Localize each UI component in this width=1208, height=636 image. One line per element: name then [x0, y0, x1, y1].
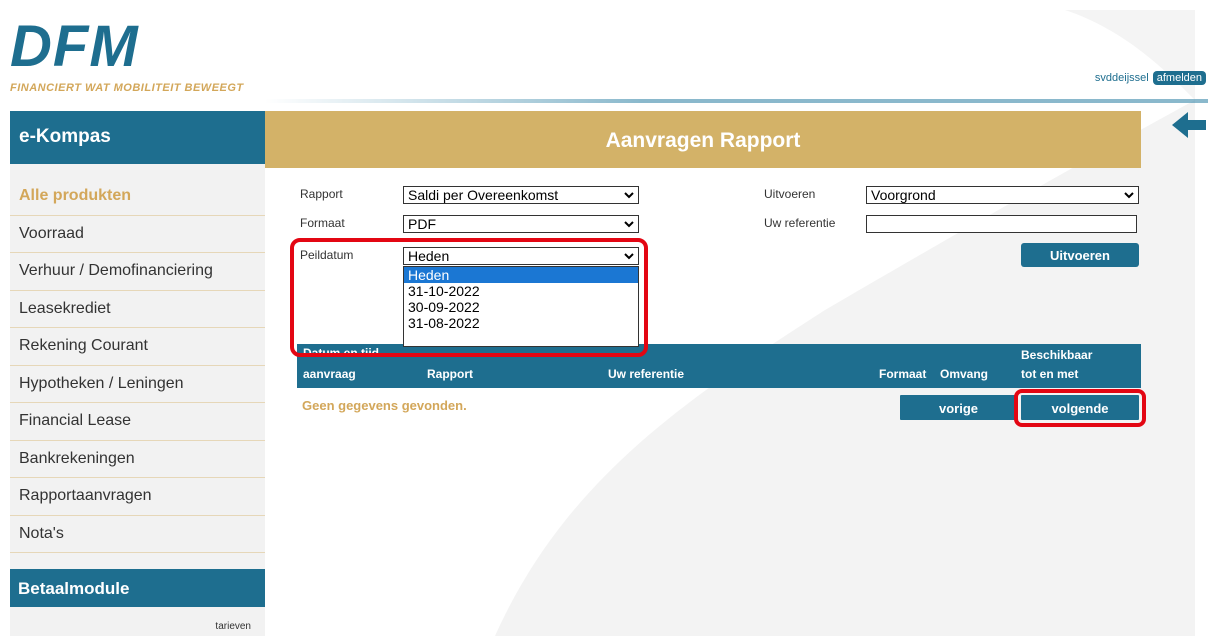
col-beschikbaar-line2: tot en met	[1021, 367, 1079, 381]
col-referentie: Uw referentie	[608, 367, 685, 381]
sidebar-item-notas[interactable]: Nota's	[10, 516, 265, 553]
user-area: svddeijssel afmelden	[1095, 71, 1206, 85]
sidebar-nav: Alle produkten Voorraad Verhuur / Demofi…	[10, 178, 265, 553]
uitvoeren-select[interactable]: Voorgrond	[866, 186, 1139, 204]
sidebar-item-financial-lease[interactable]: Financial Lease	[10, 403, 265, 441]
execute-button[interactable]: Uitvoeren	[1021, 243, 1139, 267]
formaat-label: Formaat	[300, 216, 345, 230]
tarieven-link[interactable]: tarieven	[215, 621, 251, 632]
rapport-select-value: Saldi per Overeenkomst	[408, 187, 559, 203]
highlight-peildatum	[290, 238, 648, 357]
uitvoeren-label: Uitvoeren	[764, 187, 816, 201]
sidebar-item-rapportaanvragen[interactable]: Rapportaanvragen	[10, 478, 265, 516]
col-datum-line2: aanvraag	[303, 367, 356, 381]
logout-button[interactable]: afmelden	[1152, 71, 1206, 85]
header-divider	[265, 99, 1208, 103]
sidebar: e-Kompas Alle produkten Voorraad Verhuur…	[10, 111, 265, 636]
rapport-label: Rapport	[300, 187, 343, 201]
sidebar-item-voorraad[interactable]: Voorraad	[10, 216, 265, 253]
referentie-label: Uw referentie	[764, 216, 836, 230]
sidebar-title: e-Kompas	[10, 111, 265, 164]
back-arrow-icon[interactable]	[1172, 112, 1206, 138]
formaat-select-value: PDF	[408, 216, 436, 232]
empty-message: Geen gegevens gevonden.	[302, 398, 467, 413]
page-title: Aanvragen Rapport	[265, 111, 1141, 168]
logo-tagline: FINANCIERT WAT MOBILITEIT BEWEEGT	[10, 82, 244, 94]
uitvoeren-select-value: Voorgrond	[871, 187, 936, 203]
col-rapport: Rapport	[427, 367, 473, 381]
referentie-input[interactable]	[866, 215, 1137, 233]
formaat-select[interactable]: PDF	[403, 215, 639, 233]
sidebar-item-bankrekeningen[interactable]: Bankrekeningen	[10, 441, 265, 478]
highlight-next-button	[1014, 389, 1146, 427]
sidebar-item-hypotheken[interactable]: Hypotheken / Leningen	[10, 366, 265, 403]
sidebar-item-verhuur[interactable]: Verhuur / Demofinanciering	[10, 253, 265, 291]
col-formaat: Formaat	[879, 367, 927, 381]
sidebar-item-alle-produkten[interactable]: Alle produkten	[10, 178, 265, 216]
chevron-down-icon	[1124, 192, 1134, 199]
sidebar-item-leasekrediet[interactable]: Leasekrediet	[10, 291, 265, 328]
sidebar-item-rekening-courant[interactable]: Rekening Courant	[10, 328, 265, 366]
rapport-select[interactable]: Saldi per Overeenkomst	[403, 186, 639, 204]
dfm-logo[interactable]: DFM FINANCIERT WAT MOBILITEIT BEWEEGT	[10, 18, 270, 104]
chevron-down-icon	[624, 192, 634, 199]
logo-wordmark: DFM	[10, 14, 139, 79]
username: svddeijssel	[1094, 72, 1149, 84]
betaalmodule-header: Betaalmodule	[10, 569, 265, 607]
page: DFM FINANCIERT WAT MOBILITEIT BEWEEGT sv…	[0, 0, 1208, 636]
col-omvang: Omvang	[940, 367, 989, 381]
prev-button[interactable]: vorige	[900, 395, 1017, 420]
col-beschikbaar-line1: Beschikbaar	[1021, 348, 1093, 362]
chevron-down-icon	[624, 221, 634, 228]
